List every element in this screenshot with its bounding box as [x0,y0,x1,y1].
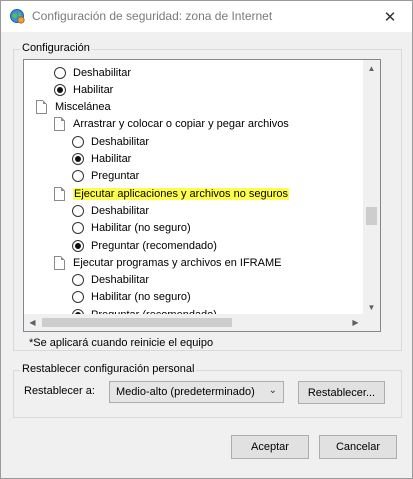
setting-category-row: Ejecutar programas y archivos en IFRAME [54,254,281,271]
close-icon: ✕ [383,8,397,26]
setting-option-row[interactable]: Habilitar (no seguro) [72,289,191,306]
radio-unchecked-icon[interactable] [72,222,84,235]
radio-unchecked-icon[interactable] [72,135,84,148]
setting-page-icon [54,117,65,132]
window-title: Configuración de seguridad: zona de Inte… [32,9,273,23]
radio-unchecked-icon[interactable] [72,204,84,217]
setting-page-icon [54,186,65,201]
setting-option-row[interactable]: Habilitar [54,81,113,98]
setting-category-row: Miscelánea [36,99,111,116]
chevron-down-icon: ⌄ [268,385,277,396]
scroll-right-arrow-icon[interactable]: ▶ [347,314,364,331]
setting-option-label: Preguntar (recomendado) [91,239,217,252]
vertical-scroll-thumb[interactable] [366,207,377,225]
setting-option-label: Deshabilitar [91,204,150,217]
vertical-scrollbar[interactable]: ▲ ▼ [363,60,380,316]
setting-option-label: Deshabilitar [91,135,150,148]
settings-tree-content: Deshabilitar Habilitar Miscelánea Arrastrar… [24,60,364,316]
setting-category-label: Arrastrar y colocar o copiar y pegar arc… [73,118,289,131]
reset-group-label: Restablecer configuración personal [20,363,197,375]
radio-unchecked-icon[interactable] [72,291,84,304]
setting-option-label: Deshabilitar [91,274,150,287]
radio-checked-icon[interactable] [54,83,66,96]
setting-option-label: Habilitar [91,153,132,165]
scroll-corner [363,314,380,331]
restart-note: *Se aplicará cuando reinicie el equipo [29,337,214,349]
setting-option-label: Deshabilitar [73,66,132,79]
setting-option-row[interactable]: Deshabilitar [54,64,131,81]
settings-group-label: Configuración [20,42,92,54]
setting-option-row[interactable]: Deshabilitar [72,202,149,219]
horizontal-scroll-thumb[interactable] [42,318,232,327]
setting-category-label: Ejecutar programas y archivos en IFRAME [73,256,282,269]
setting-category-row: Arrastrar y colocar o copiar y pegar arc… [54,116,289,133]
setting-category-label: Ejecutar aplicaciones y archivos no segu… [73,187,290,200]
settings-tree-list[interactable]: Deshabilitar Habilitar Miscelánea Arrastrar… [23,59,381,332]
scroll-left-arrow-icon[interactable]: ◀ [24,314,41,331]
cancel-button[interactable]: Cancelar [319,435,397,459]
radio-checked-icon[interactable] [72,153,84,165]
internet-zone-globe-icon [10,9,25,24]
close-button[interactable]: ✕ [368,1,412,32]
horizontal-scrollbar[interactable]: ◀ ▶ [24,314,364,331]
radio-unchecked-icon[interactable] [72,170,84,183]
security-level-value: Medio-alto (predeterminado) [116,386,255,398]
security-level-select[interactable]: Medio-alto (predeterminado) ⌄ [109,381,284,403]
setting-option-row[interactable]: Preguntar [72,168,139,185]
radio-unchecked-icon[interactable] [72,274,84,287]
reset-to-label: Restablecer a: [24,385,95,397]
scroll-up-arrow-icon[interactable]: ▲ [363,60,380,77]
setting-option-label: Habilitar (no seguro) [91,222,191,235]
setting-page-icon [54,255,65,270]
setting-option-row[interactable]: Deshabilitar [72,133,149,150]
setting-option-label: Habilitar (no seguro) [91,291,191,304]
setting-page-icon [36,100,47,115]
reset-button[interactable]: Restablecer... [298,381,385,404]
setting-option-row[interactable]: Preguntar (recomendado) [72,237,217,254]
setting-option-label: Preguntar [91,170,140,183]
setting-category-label: Miscelánea [55,101,111,114]
setting-option-row[interactable]: Deshabilitar [72,272,149,289]
security-settings-dialog: Configuración de seguridad: zona de Inte… [0,0,413,479]
radio-checked-icon[interactable] [72,239,84,252]
radio-unchecked-icon[interactable] [54,66,66,79]
ok-button[interactable]: Aceptar [231,435,309,459]
setting-option-row[interactable]: Habilitar [72,151,131,168]
setting-option-label: Habilitar [73,83,114,96]
setting-option-row[interactable]: Habilitar (no seguro) [72,220,191,237]
setting-category-row: Ejecutar aplicaciones y archivos no segu… [54,185,290,202]
title-bar: Configuración de seguridad: zona de Inte… [1,1,412,32]
